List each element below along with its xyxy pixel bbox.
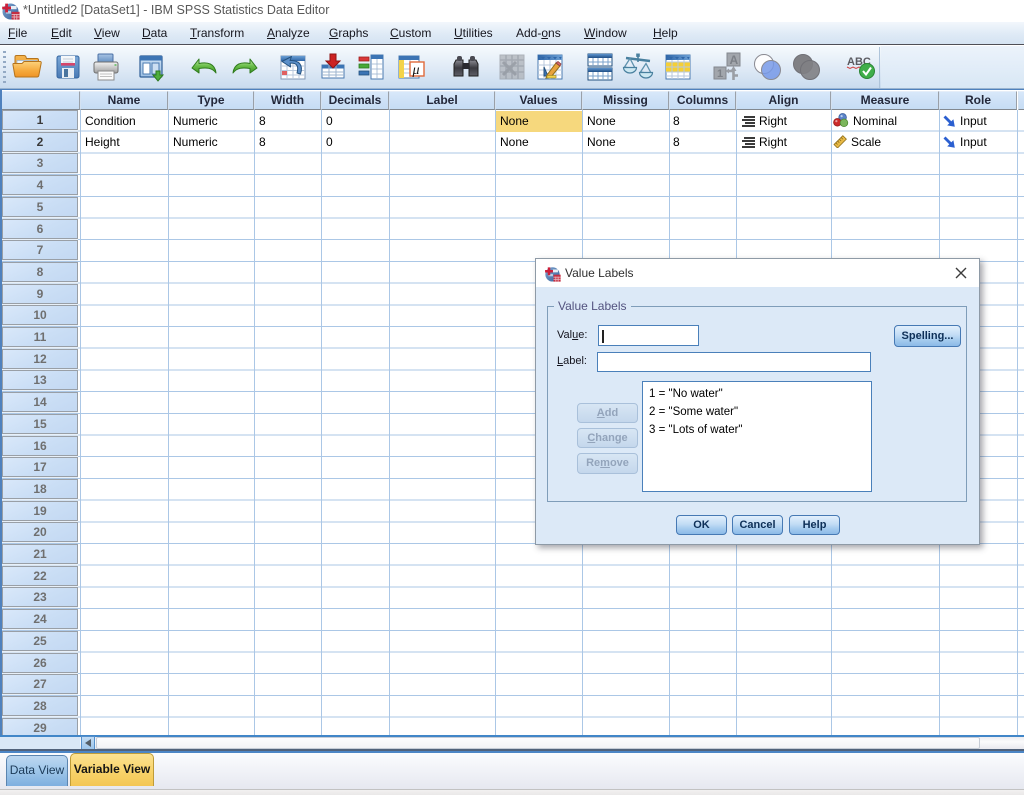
svg-text:μ: μ bbox=[412, 63, 420, 78]
svg-text:A: A bbox=[730, 53, 739, 67]
svg-text:1: 1 bbox=[717, 68, 723, 80]
